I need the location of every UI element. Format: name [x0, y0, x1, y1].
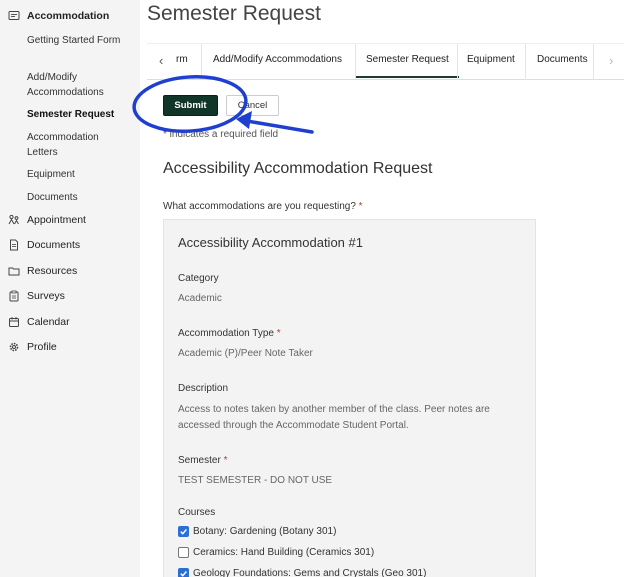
courses-label: Courses	[178, 507, 216, 518]
submit-button[interactable]: Submit	[163, 95, 218, 116]
sidebar-subitem-semester-request[interactable]: Semester Request	[27, 107, 132, 122]
course-checkbox-item[interactable]: Geology Foundations: Gems and Crystals (…	[178, 568, 426, 577]
checkbox-unchecked[interactable]	[178, 547, 189, 558]
type-label-text: Accommodation Type	[178, 328, 274, 339]
sidebar-subitem-getting-started[interactable]: Getting Started Form	[27, 33, 132, 48]
tab-divider	[201, 44, 202, 80]
category-label: Category	[178, 273, 219, 284]
accommodation-type-label: Accommodation Type *	[178, 328, 281, 339]
sidebar-subitem-equipment[interactable]: Equipment	[27, 167, 132, 182]
tab-add-modify-accommodations[interactable]: Add/Modify Accommodations	[213, 54, 342, 65]
accommodations-question: What accommodations are you requesting? …	[163, 201, 363, 212]
course-label: Ceramics: Hand Building (Ceramics 301)	[193, 547, 375, 558]
sidebar-item-appointment[interactable]: Appointment	[8, 214, 86, 226]
tab-getting-started-form[interactable]: rm	[176, 54, 188, 65]
sidebar-subitem-documents[interactable]: Documents	[27, 190, 132, 205]
course-checkbox-item[interactable]: Botany: Gardening (Botany 301)	[178, 526, 336, 537]
tab-semester-request[interactable]: Semester Request	[356, 54, 459, 78]
required-asterisk: *	[358, 201, 363, 212]
question-text: What accommodations are you requesting?	[163, 201, 356, 212]
course-checkbox-item[interactable]: Ceramics: Hand Building (Ceramics 301)	[178, 547, 374, 558]
required-asterisk: *	[276, 328, 281, 339]
sidebar-item-label: Surveys	[27, 290, 65, 302]
semester-value: TEST SEMESTER - DO NOT USE	[178, 475, 333, 486]
sidebar-item-label: Profile	[27, 341, 57, 353]
description-value: Access to notes taken by another member …	[178, 404, 490, 431]
tab-divider	[593, 44, 594, 80]
tab-divider	[457, 44, 458, 80]
semester-label: Semester *	[178, 455, 227, 466]
semester-label-text: Semester	[178, 455, 221, 466]
sidebar-item-label: Documents	[27, 239, 81, 251]
chevron-right-icon[interactable]: ›	[609, 53, 613, 68]
checkbox-checked[interactable]	[178, 526, 189, 537]
sidebar-item-label: Accommodation	[27, 10, 110, 22]
sidebar-item-accommodation[interactable]: Accommodation	[8, 10, 109, 22]
sidebar-item-label: Appointment	[27, 214, 86, 226]
category-value: Academic	[178, 293, 222, 304]
chevron-left-icon[interactable]: ‹	[159, 53, 163, 68]
folder-icon	[8, 265, 20, 277]
appointment-icon	[8, 214, 20, 226]
course-label: Geology Foundations: Gems and Crystals (…	[193, 568, 427, 577]
sidebar-item-resources[interactable]: Resources	[8, 265, 77, 277]
sidebar-subitem-add-modify[interactable]: Add/Modify Accommodations	[27, 70, 132, 100]
required-asterisk: *	[223, 455, 228, 466]
form-heading: Accessibility Accommodation Request	[163, 160, 433, 177]
sidebar-subitem-accommodation-letters[interactable]: Accommodation Letters	[27, 130, 132, 160]
page-title: Semester Request	[147, 2, 321, 25]
sidebar-item-surveys[interactable]: Surveys	[8, 290, 65, 302]
message-icon	[8, 10, 20, 22]
accommodation-type-value: Academic (P)/Peer Note Taker	[178, 348, 313, 359]
sidebar: Accommodation Getting Started Form Add/M…	[0, 0, 140, 577]
clipboard-icon	[8, 290, 20, 302]
checkbox-checked[interactable]	[178, 568, 189, 577]
document-icon	[8, 239, 20, 251]
accommodation-panel	[163, 219, 536, 577]
tab-documents[interactable]: Documents	[537, 54, 588, 65]
tab-bar: ‹ rm Add/Modify Accommodations Semester …	[147, 43, 624, 80]
description-label: Description	[178, 383, 229, 394]
tab-equipment[interactable]: Equipment	[467, 54, 515, 65]
cancel-button[interactable]: Cancel	[226, 95, 279, 116]
sidebar-item-profile[interactable]: Profile	[8, 341, 57, 353]
sidebar-item-documents[interactable]: Documents	[8, 239, 80, 251]
sidebar-item-calendar[interactable]: Calendar	[8, 316, 70, 328]
course-label: Botany: Gardening (Botany 301)	[193, 526, 337, 537]
required-field-note: * indicates a required field	[163, 129, 279, 140]
gear-icon	[8, 341, 20, 353]
sidebar-item-label: Calendar	[27, 316, 70, 328]
tab-divider	[355, 44, 356, 80]
calendar-icon	[8, 316, 20, 328]
tab-divider	[525, 44, 526, 80]
accommodation-title: Accessibility Accommodation #1	[178, 235, 363, 250]
sidebar-item-label: Resources	[27, 265, 78, 277]
